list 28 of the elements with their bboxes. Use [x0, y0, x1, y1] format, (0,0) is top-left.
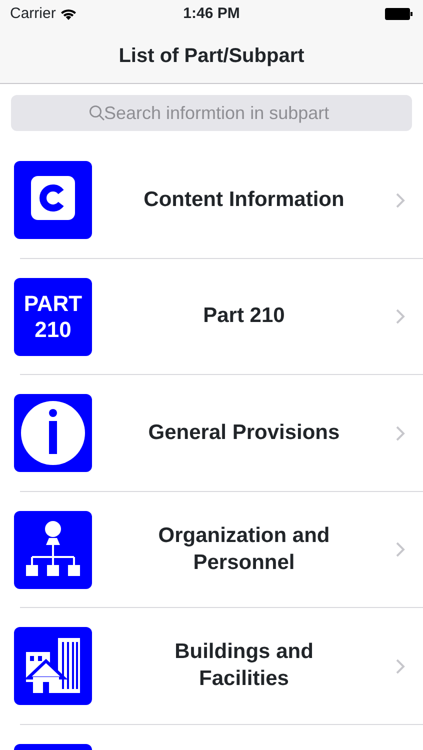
- battery-icon: [385, 8, 413, 20]
- list-row[interactable]: General Provisions: [0, 375, 423, 492]
- search-icon: [89, 105, 105, 121]
- row-label: Part 210: [203, 303, 285, 330]
- buildings-icon: [14, 627, 92, 705]
- carrier-label: Carrier: [10, 4, 56, 24]
- list-row[interactable]: Buildings and Facilities: [0, 608, 423, 724]
- row-label: Content Information: [144, 186, 344, 213]
- chevron-icon: [396, 542, 405, 557]
- info-icon: [14, 394, 92, 472]
- time-label: 1:46 PM: [183, 4, 240, 24]
- wifi-icon: [60, 8, 77, 20]
- list-row[interactable]: Organization and Personnel: [0, 492, 423, 608]
- row-label: Organization and Personnel: [157, 522, 331, 576]
- letter-c-icon: [14, 161, 92, 239]
- icon-text: 210: [34, 316, 72, 342]
- row-label: Buildings and Facilities: [174, 639, 314, 692]
- chevron-icon: [396, 658, 405, 674]
- org-chart-icon: [14, 510, 92, 588]
- chevron-icon: [396, 426, 405, 440]
- chevron-icon: [396, 192, 405, 208]
- list-row[interactable]: Content Information: [0, 142, 423, 258]
- page-title: List of Part/Subpart: [118, 44, 304, 68]
- icon-text: PART: [24, 291, 82, 316]
- list-row[interactable]: PART 210 Part 210: [0, 258, 423, 375]
- search-field[interactable]: Search informtion in subpart: [11, 95, 412, 131]
- row-label: General Provisions: [148, 420, 340, 446]
- chevron-icon: [396, 309, 405, 324]
